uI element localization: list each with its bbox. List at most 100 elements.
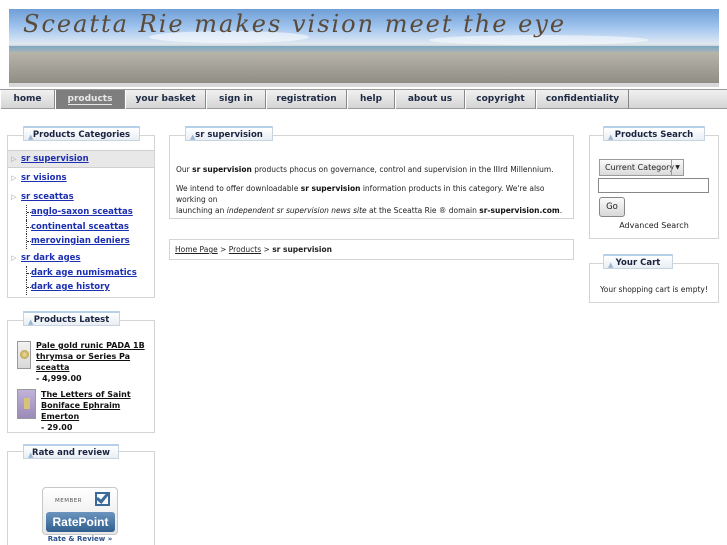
category-merovingian-deniers[interactable]: merovingian deniers [8, 234, 154, 249]
nav-registration[interactable]: registration [266, 90, 347, 109]
nav-copyright[interactable]: copyright [465, 90, 536, 109]
rate-heading: ▲ Rate and review [23, 444, 119, 459]
category-select-value: Current Category [605, 163, 675, 172]
cart-heading-text: Your Cart [615, 258, 661, 268]
text-run-bold: sr supervision [192, 165, 252, 174]
category-sr-sceattas[interactable]: ▷ sr sceattas [8, 189, 154, 205]
content-paragraph-2: We intend to offer downloadable sr super… [176, 183, 568, 216]
category-dark-age-numismatics[interactable]: dark age numismatics [8, 265, 154, 280]
badge-brand-text: RatePoint [46, 512, 115, 532]
main-nav: home products your basket sign in regist… [0, 89, 727, 109]
rate-review-link[interactable]: Rate & Review » [42, 535, 118, 543]
category-label: anglo-saxon sceattas [31, 207, 133, 217]
chevron-down-icon[interactable]: ▼ [671, 160, 683, 175]
category-label: sr visions [21, 173, 67, 183]
category-list: ▷ sr supervision ▷ sr visions ▷ sr sceattas… [8, 150, 154, 295]
badge-member-text: MEMBER [55, 498, 83, 504]
content-heading-text: sr supervision [195, 130, 263, 140]
text-run: launching an [176, 206, 227, 215]
text-run: . [559, 206, 563, 215]
nav-home[interactable]: home [0, 90, 55, 109]
breadcrumb-separator: > [261, 245, 273, 254]
product-price: - 29.00 [41, 423, 73, 432]
product-thumbnail[interactable] [17, 389, 36, 419]
tree-connector [26, 234, 31, 249]
rate-heading-text: Rate and review [32, 448, 110, 458]
nav-confidentiality[interactable]: confidentiality [536, 90, 629, 109]
product-thumbnail[interactable] [17, 341, 31, 369]
arrow-right-icon: ▷ [11, 155, 17, 163]
category-anglo-saxon-sceattas[interactable]: anglo-saxon sceattas [8, 205, 154, 220]
breadcrumb-current: sr supervision [272, 245, 332, 254]
category-select[interactable]: Current Category ▼ [599, 159, 684, 176]
arrow-right-icon: ▷ [11, 193, 17, 201]
category-label: dark age history [31, 282, 110, 292]
product-name[interactable]: Pale gold runic PADA 1B [36, 340, 152, 351]
nav-products[interactable]: products [55, 90, 125, 109]
category-label: merovingian deniers [31, 236, 130, 246]
latest-heading-text: Products Latest [33, 315, 110, 325]
heading-marker-icon: ▲ [608, 261, 614, 269]
breadcrumb-home-link[interactable]: Home Page [175, 245, 218, 254]
book-cover-image [24, 398, 30, 409]
banner-sand [9, 52, 719, 85]
category-sr-dark-ages[interactable]: ▷ sr dark ages [8, 250, 154, 266]
tree-connector [26, 280, 31, 295]
categories-heading-text: Products Categories [32, 130, 131, 140]
product-name[interactable]: thrymsa or Series Pa sceatta [36, 351, 152, 373]
category-label: continental sceattas [31, 221, 129, 232]
arrow-right-icon: ▷ [11, 253, 17, 262]
category-label: sr sceattas [21, 192, 74, 202]
breadcrumb: Home Page > Products > sr supervision [175, 245, 332, 254]
latest-product-1[interactable]: Pale gold runic PADA 1B thrymsa or Serie… [36, 340, 152, 384]
cart-heading: ▲ Your Cart [603, 254, 673, 269]
nav-sign-in[interactable]: sign in [206, 90, 266, 109]
search-input[interactable] [598, 178, 709, 193]
product-price: - 4,999.00 [36, 374, 82, 383]
breadcrumb-separator: > [217, 245, 229, 254]
category-sr-visions[interactable]: ▷ sr visions [8, 170, 154, 186]
tree-connector [26, 219, 31, 234]
banner-divider [9, 83, 719, 87]
banner-title: Sceatta Rie makes vision meet the eye [23, 10, 567, 38]
product-name[interactable]: Boniface Ephraim Emerton [41, 400, 153, 422]
domain-name: sr-supervision.com [479, 206, 560, 215]
header-banner: Sceatta Rie makes vision meet the eye [9, 9, 719, 85]
breadcrumb-products-link[interactable]: Products [229, 245, 261, 254]
text-run-bold: sr supervision [300, 184, 361, 193]
text-run-italic: independent sr supervision news site [226, 206, 367, 215]
advanced-search-link[interactable]: Advanced Search [589, 221, 719, 230]
coin-image [20, 350, 29, 359]
heading-marker-icon: ▲ [28, 451, 34, 459]
latest-heading: ▲ Products Latest [23, 311, 120, 326]
content-paragraph-1: Our sr supervision products phocus on go… [176, 164, 568, 175]
heading-marker-icon: ▲ [28, 133, 34, 141]
tree-connector [26, 205, 31, 220]
heading-marker-icon: ▲ [28, 318, 34, 326]
category-label: sr dark ages [21, 252, 81, 263]
text-run: We intend to offer downloadable [176, 184, 301, 193]
arrow-right-icon: ▷ [11, 174, 17, 182]
nav-your-basket[interactable]: your basket [125, 90, 206, 109]
product-name[interactable]: The Letters of Saint [41, 389, 153, 400]
text-run: Our [176, 165, 193, 174]
category-sr-supervision[interactable]: ▷ sr supervision [8, 150, 154, 168]
checkmark-shape [95, 490, 110, 504]
nav-about-us[interactable]: about us [395, 90, 465, 109]
categories-heading: ▲ Products Categories [23, 126, 140, 141]
go-button[interactable]: Go [599, 197, 625, 217]
cart-empty-message: Your shopping cart is empty! [600, 285, 708, 294]
category-label: dark age numismatics [31, 267, 137, 278]
nav-help[interactable]: help [347, 90, 395, 109]
nav-products-label: products [67, 94, 113, 105]
category-dark-age-history[interactable]: dark age history [8, 280, 154, 295]
checkbox-icon [95, 490, 110, 506]
ratepoint-badge[interactable]: MEMBER RatePoint [42, 487, 118, 535]
text-run: products phocus on governance, control a… [251, 165, 554, 174]
content-heading: ▲ sr supervision [185, 126, 273, 141]
category-continental-sceattas[interactable]: continental sceattas [8, 219, 154, 234]
heading-marker-icon: ▲ [608, 133, 614, 141]
heading-marker-icon: ▲ [190, 133, 196, 141]
category-label: sr supervision [21, 154, 89, 164]
latest-product-2[interactable]: The Letters of Saint Boniface Ephraim Em… [41, 389, 153, 433]
